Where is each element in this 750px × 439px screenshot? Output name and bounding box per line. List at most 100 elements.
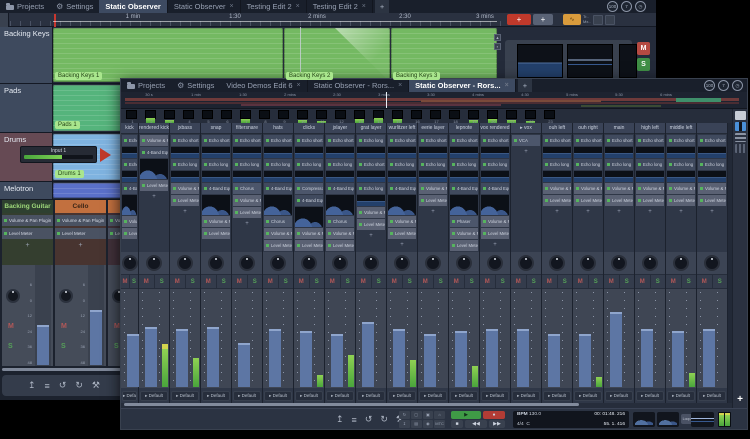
plugin-display[interactable] xyxy=(388,147,416,158)
record-arm-arrow-icon[interactable] xyxy=(100,148,111,162)
equalizer-curve-display[interactable] xyxy=(388,195,416,215)
plugin-slot[interactable]: Echo short xyxy=(122,135,137,146)
plugin-enabled-icon[interactable] xyxy=(545,163,548,166)
plugin-display[interactable] xyxy=(574,147,602,158)
count-badge[interactable]: 7 xyxy=(718,80,729,91)
solo-button[interactable]: S xyxy=(186,275,201,288)
solo-button[interactable]: S xyxy=(496,275,511,288)
plugin-slot[interactable]: Chorus xyxy=(264,216,292,227)
add-plugin-button[interactable]: + xyxy=(574,207,602,217)
plugin-slot[interactable]: Echo short xyxy=(667,135,695,146)
preset-selector[interactable]: ▸ Default xyxy=(233,391,261,401)
solo-button[interactable]: S xyxy=(620,275,635,288)
add-plugin-button[interactable]: + xyxy=(171,207,199,217)
plugin-enabled-icon[interactable] xyxy=(452,139,455,142)
plugin-enabled-icon[interactable] xyxy=(669,139,672,142)
volume-fader-bar[interactable] xyxy=(548,334,560,387)
plugin-slot[interactable]: Level Meter xyxy=(140,180,168,191)
solo-button[interactable]: S xyxy=(465,275,480,288)
pan-knob[interactable] xyxy=(59,289,73,303)
plugin-display[interactable] xyxy=(122,147,137,158)
pan-knob[interactable] xyxy=(673,255,689,271)
plugin-enabled-icon[interactable] xyxy=(328,163,331,166)
plugin-enabled-icon[interactable] xyxy=(452,187,455,190)
plugin-slot[interactable]: Level Meter xyxy=(667,195,695,206)
plugin-slot[interactable]: Echo long xyxy=(450,159,478,170)
plugin-display[interactable] xyxy=(698,147,726,158)
volume-fader-bar[interactable] xyxy=(238,343,250,387)
plugin-enabled-icon[interactable] xyxy=(607,187,610,190)
plugin-slot[interactable]: Level Meter xyxy=(698,195,726,206)
add-plugin-button[interactable]: + xyxy=(605,207,633,217)
solo-button[interactable]: S xyxy=(527,275,542,288)
edit-tab[interactable]: Static Observer xyxy=(99,0,167,13)
plugin-display[interactable] xyxy=(326,147,354,158)
plugin-enabled-icon[interactable] xyxy=(297,139,300,142)
plugin-slot[interactable]: Volume & Pan Plugin xyxy=(481,216,509,227)
projects-button[interactable]: Projects xyxy=(121,79,171,92)
plugin-display[interactable] xyxy=(450,171,478,182)
plugin-enabled-icon[interactable] xyxy=(390,232,393,235)
pan-knob[interactable] xyxy=(332,255,348,271)
plugin-slot[interactable]: Volume & Pan Plugin xyxy=(233,195,261,206)
plugin-slot[interactable]: Echo long xyxy=(233,159,261,170)
plugin-enabled-icon[interactable] xyxy=(359,223,362,226)
add-plugin-button[interactable]: + xyxy=(140,192,168,202)
plugin-display[interactable] xyxy=(667,171,695,182)
plugin-enabled-icon[interactable] xyxy=(110,232,113,235)
edit-tab[interactable]: Testing Edit 2× xyxy=(241,0,307,13)
mute-button[interactable]: M xyxy=(263,275,279,288)
plugin-slot[interactable]: Volume & Pan Plugin xyxy=(202,216,230,227)
plugin-enabled-icon[interactable] xyxy=(235,187,238,190)
plugin-enabled-icon[interactable] xyxy=(669,163,672,166)
view-mode-labels[interactable]: Tr.. Mx.. xyxy=(583,15,591,24)
plugin-enabled-icon[interactable] xyxy=(390,187,393,190)
timecode-value[interactable]: 00: 01:48. 216 xyxy=(594,412,625,417)
plugin-slot[interactable]: 4-Band Equalizer xyxy=(122,183,137,194)
mute-button[interactable]: M xyxy=(139,275,155,288)
plugin-enabled-icon[interactable] xyxy=(700,139,703,142)
plugin-enabled-icon[interactable] xyxy=(390,220,393,223)
plugin-slot[interactable]: Level Meter xyxy=(357,219,385,230)
plugin-enabled-icon[interactable] xyxy=(483,220,486,223)
plugin-slot[interactable]: Echo short xyxy=(171,135,199,146)
click-icon[interactable]: ▣ xyxy=(423,411,434,419)
plugin-slot[interactable]: Level Meter xyxy=(450,240,478,251)
plugin-enabled-icon[interactable] xyxy=(638,139,641,142)
equalizer-curve-display[interactable] xyxy=(122,195,137,215)
plugin-slot[interactable]: Level Meter xyxy=(481,228,509,239)
plugin-enabled-icon[interactable] xyxy=(297,244,300,247)
count-badge[interactable]: 7 xyxy=(621,1,632,12)
plugin-slot[interactable]: Echo long xyxy=(543,159,571,170)
plugin-slot[interactable]: Volume & Pan Plugin xyxy=(419,183,447,194)
plugin-slot[interactable]: Level Meter xyxy=(543,195,571,206)
pan-knob[interactable] xyxy=(122,255,138,271)
new-tab-button[interactable]: + xyxy=(375,0,389,13)
plugin-slot[interactable]: Echo long xyxy=(326,159,354,170)
time-signature[interactable]: 4/4 C xyxy=(517,422,541,427)
master-solo-button[interactable]: S xyxy=(637,58,650,71)
solo-button[interactable]: S xyxy=(248,275,263,288)
plugin-slot[interactable]: Echo long xyxy=(295,159,323,170)
plugin-enabled-icon[interactable] xyxy=(700,163,703,166)
volume-fader-bar[interactable] xyxy=(176,329,188,387)
channel-name[interactable]: wurlitzer left xyxy=(387,123,417,134)
plugin-enabled-icon[interactable] xyxy=(110,219,113,222)
mute-button[interactable]: M xyxy=(114,323,120,330)
volume-fader-bar[interactable] xyxy=(672,331,684,387)
plugin-display[interactable] xyxy=(605,171,633,182)
plugin-enabled-icon[interactable] xyxy=(204,187,207,190)
fader-section[interactable] xyxy=(418,289,448,388)
output-level-display[interactable] xyxy=(657,412,679,427)
volume-fader-bar[interactable] xyxy=(393,329,405,387)
channel-name[interactable]: grat layer xyxy=(356,123,386,134)
mute-button[interactable]: M xyxy=(356,275,372,288)
plugin-enabled-icon[interactable] xyxy=(142,139,145,142)
fader-section[interactable] xyxy=(121,289,138,388)
plugin-display[interactable] xyxy=(295,171,323,182)
menu-icon[interactable]: ≡ xyxy=(352,415,357,425)
plugin-display[interactable] xyxy=(450,147,478,158)
plugin-display[interactable] xyxy=(264,171,292,182)
plugin-slot[interactable]: Phaser xyxy=(450,216,478,227)
plugin-slot[interactable]: Echo short xyxy=(574,135,602,146)
